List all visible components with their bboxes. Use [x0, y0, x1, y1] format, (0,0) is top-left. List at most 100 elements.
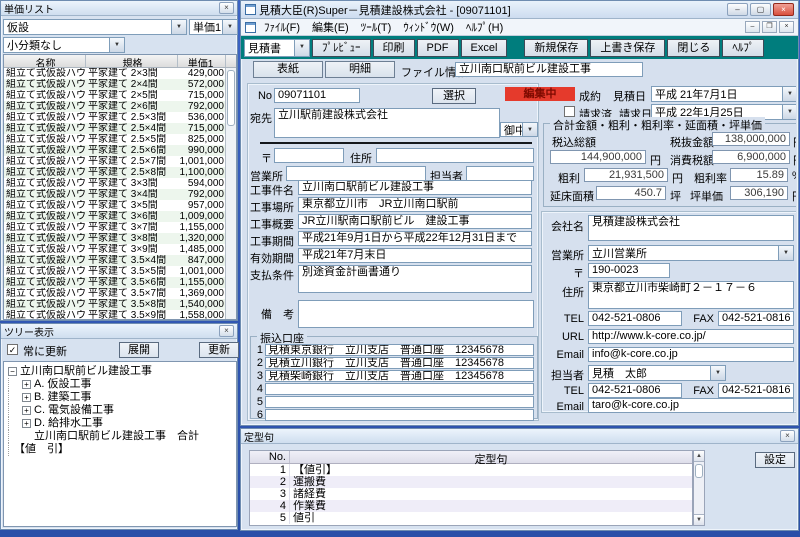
- table-row[interactable]: 組立て式仮設ハウス 平家建て 2×6間 792,000: [4, 101, 236, 112]
- mdi-minimize-icon[interactable]: –: [745, 21, 760, 33]
- chevron-down-icon[interactable]: ▼: [710, 366, 725, 380]
- table-row[interactable]: 組立て式仮設ハウス 平家建て 3×6間 1,009,000: [4, 211, 236, 222]
- company-url-input[interactable]: http://www.k-core.co.jp/: [588, 329, 794, 344]
- person-input[interactable]: [466, 166, 534, 181]
- close-icon[interactable]: ×: [219, 2, 234, 14]
- phrase-row[interactable]: 2 運搬費: [250, 476, 692, 488]
- tree-root-item[interactable]: − 立川南口駅前ビル建設工事: [8, 365, 236, 378]
- menu-item[interactable]: ｳｨﾝﾄﾞｳ(W): [397, 19, 460, 35]
- field-input[interactable]: 立川南口駅前ビル建設工事: [298, 180, 532, 195]
- toolbar-button[interactable]: 閉じる: [667, 39, 720, 57]
- close-icon[interactable]: ×: [780, 430, 795, 442]
- main-titlebar[interactable]: 見積大臣(R)Super－見積建設株式会社 - [09071101] – ▢ ×: [241, 1, 798, 19]
- person-fax-input[interactable]: 042-521-0816: [718, 383, 794, 398]
- phrase-row[interactable]: 5 値引: [250, 512, 692, 524]
- table-row[interactable]: 組立て式仮設ハウス 平家建て 2×4間 572,000: [4, 79, 236, 90]
- field-input[interactable]: JR立川駅南口駅前ビル 建設工事: [298, 214, 532, 229]
- company-email-input[interactable]: info@k-core.co.jp: [588, 347, 794, 362]
- tree-item[interactable]: + D. 給排水工事: [8, 417, 236, 430]
- bank-account-input[interactable]: [265, 396, 534, 408]
- scroll-down-icon[interactable]: ▼: [694, 514, 704, 525]
- maximize-icon[interactable]: ▢: [750, 3, 771, 16]
- company-address-input[interactable]: 東京都立川市柴崎町２－１７－６: [588, 281, 794, 309]
- billed-checkbox[interactable]: [564, 106, 575, 117]
- vertical-scrollbar[interactable]: [225, 68, 236, 319]
- chevron-down-icon[interactable]: ▼: [778, 246, 793, 260]
- field-input[interactable]: 平成21年7月末日: [298, 248, 532, 263]
- bank-account-input[interactable]: 見積東京銀行 立川支店 普通口座 12345678: [265, 344, 534, 356]
- close-icon[interactable]: ×: [773, 3, 794, 16]
- bank-account-input[interactable]: [265, 409, 534, 421]
- recipient-input[interactable]: 立川駅前建設株式会社: [274, 108, 500, 138]
- tree-view-titlebar[interactable]: ツリー表示 ×: [1, 324, 237, 339]
- minimize-icon[interactable]: –: [727, 3, 748, 16]
- table-row[interactable]: 組立て式仮設ハウス 平家建て 3×7間 1,155,000: [4, 222, 236, 233]
- company-input[interactable]: 見積建設株式会社: [588, 215, 794, 241]
- table-row[interactable]: 組立て式仮設ハウス 平家建て 2.5×8間 1,100,000: [4, 167, 236, 178]
- column-header-phrase[interactable]: 定型句: [290, 451, 692, 463]
- tree-discount-item[interactable]: 【値 引】: [8, 443, 236, 456]
- table-row[interactable]: 組立て式仮設ハウス 平家建て 3×3間 594,000: [4, 178, 236, 189]
- estimate-date-dropdown[interactable]: 平成 21年7月1日 ▼: [651, 86, 796, 102]
- address-input[interactable]: [376, 148, 534, 163]
- menu-item[interactable]: ﾍﾙﾌﾟ(H): [460, 19, 509, 35]
- table-row[interactable]: 組立て式仮設ハウス 平家建て 3.5×8間 1,540,000: [4, 299, 236, 310]
- mdi-restore-icon[interactable]: ❐: [762, 21, 777, 33]
- chevron-down-icon[interactable]: ▼: [222, 20, 237, 34]
- phrase-row[interactable]: 1 【値引】: [250, 464, 692, 476]
- chevron-down-icon[interactable]: ▼: [109, 38, 124, 52]
- tree-item[interactable]: + A. 仮設工事: [8, 378, 236, 391]
- phrase-row[interactable]: 3 諸経費: [250, 488, 692, 500]
- remarks-input[interactable]: [298, 300, 534, 328]
- select-button[interactable]: 選択: [432, 88, 476, 104]
- column-header-name[interactable]: 名称: [4, 55, 86, 67]
- office-input[interactable]: [286, 166, 426, 181]
- chevron-down-icon[interactable]: ▼: [782, 105, 796, 119]
- table-row[interactable]: 組立て式仮設ハウス 平家建て 3×5間 957,000: [4, 200, 236, 211]
- honorific-dropdown[interactable]: 御中 ▼: [500, 122, 538, 137]
- postal-input[interactable]: [274, 148, 344, 163]
- expand-icon[interactable]: +: [22, 380, 31, 389]
- toolbar-button[interactable]: 上書き保存: [590, 39, 665, 57]
- table-row[interactable]: 組立て式仮設ハウス 平家建て 3.5×5間 1,001,000: [4, 266, 236, 277]
- expand-icon[interactable]: +: [22, 406, 31, 415]
- chevron-down-icon[interactable]: ▼: [522, 123, 537, 136]
- toolbar-button[interactable]: 印刷: [373, 39, 415, 57]
- tax-incl-value[interactable]: 144,900,000: [550, 150, 646, 164]
- table-row[interactable]: 組立て式仮設ハウス 平家建て 2.5×4間 715,000: [4, 123, 236, 134]
- toolbar-button[interactable]: ﾍﾙﾌﾟ: [722, 39, 764, 57]
- table-row[interactable]: 組立て式仮設ハウス 平家建て 2.5×3間 536,000: [4, 112, 236, 123]
- field-input[interactable]: 平成21年9月1日から平成22年12月31日まで: [298, 231, 532, 246]
- bank-account-input[interactable]: 見積柴崎銀行 立川支店 普通口座 12345678: [265, 370, 534, 382]
- table-row[interactable]: 組立て式仮設ハウス 平家建て 3×8間 1,320,000: [4, 233, 236, 244]
- toolbar-button[interactable]: ﾌﾟﾚﾋﾞｭｰ: [312, 39, 371, 57]
- tree-item[interactable]: + B. 建築工事: [8, 391, 236, 404]
- price-set-dropdown[interactable]: 単価1 ▼: [189, 19, 238, 35]
- table-row[interactable]: 組立て式仮設ハウス 平家建て 3.5×4間 847,000: [4, 255, 236, 266]
- chevron-down-icon[interactable]: ▼: [294, 40, 309, 56]
- scrollbar-thumb[interactable]: [695, 464, 703, 478]
- table-row[interactable]: 組立て式仮設ハウス 平家建て 2×3間 429,000: [4, 68, 236, 79]
- menu-item[interactable]: ﾂｰﾙ(T): [355, 19, 398, 35]
- tab-cover[interactable]: 表紙: [253, 61, 323, 78]
- refresh-button[interactable]: 更新: [199, 342, 239, 358]
- column-header-price[interactable]: 単価1: [178, 55, 226, 67]
- mdi-close-icon[interactable]: ×: [779, 21, 794, 33]
- menu-item[interactable]: ﾌｧｲﾙ(F): [258, 19, 306, 35]
- file-info-input[interactable]: 立川南口駅前ビル建設工事: [455, 62, 643, 77]
- doc-type-dropdown[interactable]: 見積書 ▼: [244, 39, 310, 57]
- expand-button[interactable]: 展開: [119, 342, 159, 358]
- tree-total-item[interactable]: 立川南口駅前ビル建設工事 合計: [8, 430, 236, 443]
- column-header-no[interactable]: No.: [250, 451, 290, 463]
- toolbar-button[interactable]: PDF: [417, 39, 459, 57]
- menu-item[interactable]: 編集(E): [306, 19, 355, 35]
- collapse-icon[interactable]: −: [8, 367, 17, 376]
- toolbar-button[interactable]: 新規保存: [524, 39, 588, 57]
- phrase-row[interactable]: 4 作業費: [250, 500, 692, 512]
- table-row[interactable]: 組立て式仮設ハウス 平家建て 3.5×6間 1,155,000: [4, 277, 236, 288]
- expand-icon[interactable]: +: [22, 419, 31, 428]
- company-person-dropdown[interactable]: 見積 太郎 ▼: [588, 365, 726, 381]
- table-row[interactable]: 組立て式仮設ハウス 平家建て 3×4間 792,000: [4, 189, 236, 200]
- tab-detail[interactable]: 明細: [325, 61, 395, 78]
- settings-button[interactable]: 設定: [755, 452, 795, 468]
